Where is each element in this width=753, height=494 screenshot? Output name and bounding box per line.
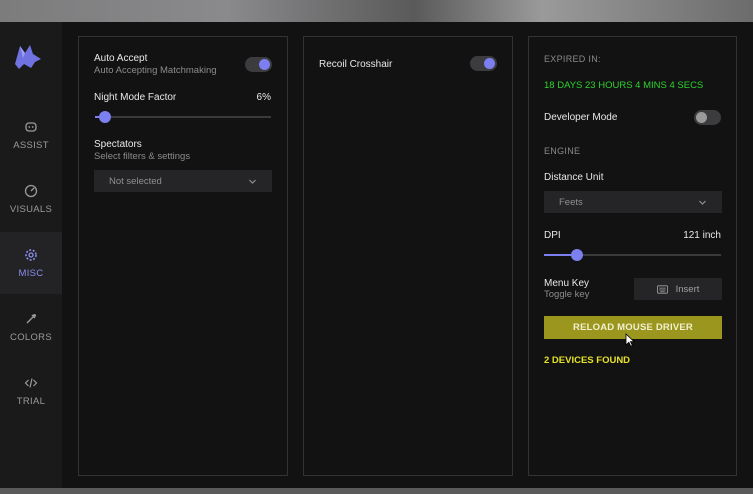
sidebar-item-misc[interactable]: MISC — [0, 232, 62, 294]
distance-unit-label: Distance Unit — [544, 172, 604, 183]
keyboard-icon — [656, 284, 668, 294]
auto-accept-description: Auto Accepting Matchmaking — [94, 65, 217, 76]
engine-section-label: ENGINE — [544, 146, 581, 156]
recoil-crosshair-toggle[interactable] — [470, 56, 497, 71]
recoil-crosshair-label: Recoil Crosshair — [319, 59, 393, 70]
chevron-down-icon — [249, 179, 256, 184]
background-bottom — [0, 488, 753, 494]
expired-in-label: EXPIRED IN: — [544, 54, 601, 64]
developer-mode-toggle[interactable] — [694, 110, 721, 125]
sidebar-item-label: COLORS — [10, 331, 52, 343]
night-mode-slider[interactable] — [95, 111, 271, 123]
distance-unit-select[interactable]: Feets — [544, 191, 722, 213]
gauge-icon — [24, 184, 38, 197]
select-value: Not selected — [109, 175, 162, 187]
app-window: ASSIST VISUALS MISC COLORS TRIAL Auto Ac… — [0, 22, 753, 488]
wolf-logo-icon — [15, 45, 41, 69]
menu-key-button[interactable]: Insert — [634, 278, 722, 300]
toggle-knob — [696, 112, 707, 123]
slider-thumb[interactable] — [571, 249, 583, 261]
toggle-knob — [484, 58, 495, 69]
slider-thumb[interactable] — [99, 111, 111, 123]
settings-panel-account: EXPIRED IN: 18 DAYS 23 HOURS 4 MINS 4 SE… — [528, 36, 737, 476]
developer-mode-label: Developer Mode — [544, 112, 618, 123]
spectators-label: Spectators — [94, 139, 142, 150]
robot-face-icon — [25, 121, 37, 132]
spectators-select[interactable]: Not selected — [94, 170, 272, 192]
sidebar-item-colors[interactable]: COLORS — [0, 296, 62, 358]
gear-icon — [25, 248, 37, 261]
eyedropper-icon — [26, 313, 36, 323]
auto-accept-label: Auto Accept — [94, 53, 148, 64]
night-mode-label: Night Mode Factor — [94, 92, 177, 103]
mouse-cursor-icon — [625, 333, 635, 347]
select-value: Feets — [559, 196, 583, 208]
settings-panel-general: Auto Accept Auto Accepting Matchmaking N… — [78, 36, 288, 476]
sidebar-item-label: TRIAL — [16, 395, 46, 407]
sidebar-item-visuals[interactable]: VISUALS — [0, 168, 62, 230]
sidebar-item-label: MISC — [18, 267, 44, 279]
sidebar-item-label: VISUALS — [9, 203, 53, 215]
night-mode-value: 6% — [256, 92, 271, 103]
dpi-slider[interactable] — [544, 249, 721, 261]
sidebar: ASSIST VISUALS MISC COLORS TRIAL — [0, 22, 62, 488]
settings-panel-crosshair: Recoil Crosshair — [303, 36, 513, 476]
devices-found-status: 2 DEVICES FOUND — [544, 355, 631, 366]
menu-key-description: Toggle key — [544, 289, 590, 300]
code-icon — [24, 377, 38, 388]
spectators-description: Select filters & settings — [94, 151, 191, 162]
chevron-down-icon — [699, 200, 706, 205]
sidebar-item-trial[interactable]: TRIAL — [0, 360, 62, 422]
toggle-knob — [259, 59, 270, 70]
auto-accept-toggle[interactable] — [245, 57, 272, 72]
dpi-value: 121 inch — [683, 230, 721, 241]
menu-key-value: Insert — [675, 283, 700, 295]
dpi-label: DPI — [544, 230, 561, 241]
expiry-countdown: 18 DAYS 23 HOURS 4 MINS 4 SECS — [544, 80, 704, 91]
menu-key-label: Menu Key — [544, 278, 590, 289]
background-scene — [0, 0, 753, 22]
sidebar-item-assist[interactable]: ASSIST — [0, 104, 62, 166]
sidebar-item-label: ASSIST — [13, 139, 49, 151]
